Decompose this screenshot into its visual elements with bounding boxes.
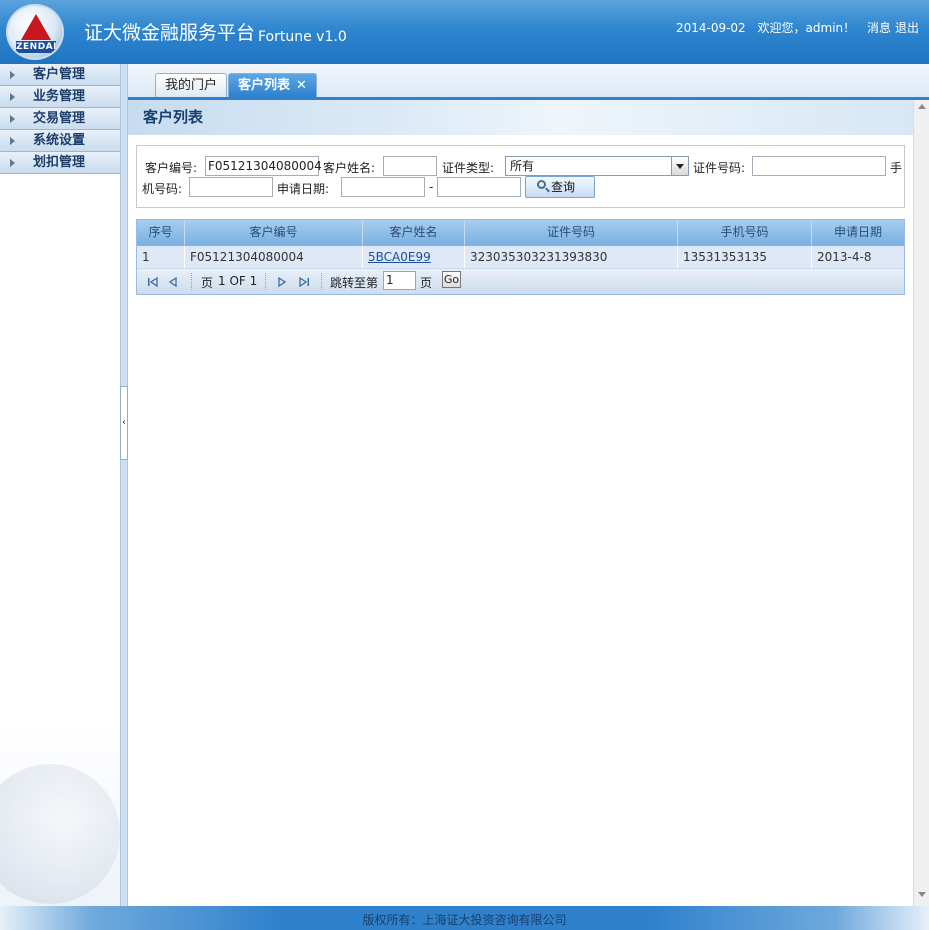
query-button-label: 查询 <box>551 180 576 194</box>
header-user-area: 2014-09-02 欢迎您，admin！ 消息 退出 <box>668 19 919 36</box>
id-no-label: 证件号码: <box>693 161 746 175</box>
customer-name-link[interactable]: 5BCA0E99 <box>368 250 431 264</box>
cell-apply-date: 2013-4-8 <box>817 250 872 264</box>
table-row[interactable]: 1 F05121304080004 5BCA0E99 3230353032313… <box>137 246 904 269</box>
cell-customer-no: F05121304080004 <box>185 246 363 268</box>
sidebar-item-label: 交易管理 <box>33 111 86 126</box>
tab-customer-list[interactable]: 客户列表 ✕ <box>228 73 317 97</box>
cell-index: 1 <box>137 246 185 268</box>
id-type-label: 证件类型: <box>442 161 495 175</box>
last-page-icon[interactable] <box>297 275 311 289</box>
copyright-text: 版权所有：上海证大投资咨询有限公司 <box>362 913 567 927</box>
sidebar: 客户管理 业务管理 交易管理 系统设置 划扣管理 <box>0 64 121 906</box>
column-header-index[interactable]: 序号 <box>137 220 185 245</box>
expand-arrow-icon <box>10 137 15 145</box>
tab-my-portal[interactable]: 我的门户 <box>155 73 228 97</box>
previous-page-icon[interactable] <box>166 275 180 289</box>
pager-separator <box>191 273 192 290</box>
phone-input[interactable] <box>189 177 273 197</box>
sidebar-item-deduction-management[interactable]: 划扣管理 <box>0 152 120 174</box>
welcome-text: 欢迎您，admin！ <box>757 21 856 35</box>
app-title: 证大微金融服务平台 <box>84 22 256 44</box>
apply-date-from-input[interactable] <box>341 177 425 197</box>
cell-phone: 13531353135 <box>678 246 812 268</box>
phone-label-start: 手 <box>890 161 903 175</box>
pager-separator <box>265 273 266 290</box>
column-header-apply-date[interactable]: 申请日期 <box>812 220 904 245</box>
cell-customer-name: 5BCA0E99 <box>363 246 465 268</box>
globe-decoration-icon <box>0 764 120 904</box>
table-header: 序号 客户编号 客户姓名 证件号码 手机号码 申请日期 <box>137 220 904 246</box>
column-header-customer-name[interactable]: 客户姓名 <box>363 220 465 245</box>
collapse-sidebar-handle[interactable]: ‹ <box>120 386 128 460</box>
tab-label: 我的门户 <box>165 78 218 93</box>
sidebar-item-label: 划扣管理 <box>33 155 86 170</box>
sidebar-item-transaction-management[interactable]: 交易管理 <box>0 108 120 130</box>
sidebar-item-label: 业务管理 <box>33 89 86 104</box>
next-page-icon[interactable] <box>275 275 289 289</box>
close-tab-icon[interactable]: ✕ <box>296 78 307 93</box>
column-header-phone[interactable]: 手机号码 <box>678 220 812 245</box>
jump-to-label: 跳转至第 <box>330 276 379 290</box>
sidebar-item-system-settings[interactable]: 系统设置 <box>0 130 120 152</box>
pager-page-label: 页 <box>201 276 214 290</box>
apply-date-to-input[interactable] <box>437 177 521 197</box>
current-date: 2014-09-02 <box>675 21 746 35</box>
main-content: 客户列表 客户编号: F05121304080004 客户姓名: 证件类型: 所… <box>128 100 913 906</box>
customer-table: 序号 客户编号 客户姓名 证件号码 手机号码 申请日期 1 F051213040… <box>136 219 905 295</box>
expand-arrow-icon <box>10 115 15 123</box>
date-range-separator: - <box>429 180 434 194</box>
column-header-id-no[interactable]: 证件号码 <box>465 220 678 245</box>
sidebar-item-business-management[interactable]: 业务管理 <box>0 86 120 108</box>
search-form: 客户编号: F05121304080004 客户姓名: 证件类型: 所有 证件号… <box>136 145 905 208</box>
phone-label: 机号码: <box>142 182 183 196</box>
scroll-down-icon[interactable] <box>918 892 926 897</box>
pager-page-info: 1 OF 1 <box>218 274 258 288</box>
jump-page-input[interactable]: 1 <box>383 271 416 290</box>
tab-label: 客户列表 <box>238 78 291 93</box>
customer-name-input[interactable] <box>383 156 437 176</box>
pagination-bar: 页 1 OF 1 跳转至第 1 页 Go <box>137 269 904 294</box>
app-version: Fortune v1.0 <box>258 29 347 45</box>
customer-name-label: 客户姓名: <box>323 161 376 175</box>
page-title: 客户列表 <box>128 100 913 135</box>
sidebar-splitter[interactable] <box>120 64 128 906</box>
logo-text: ZENDAI <box>16 41 57 53</box>
footer: 版权所有：上海证大投资咨询有限公司 <box>0 906 929 930</box>
id-type-selected-value: 所有 <box>510 159 535 173</box>
logo-triangle-icon <box>21 14 51 40</box>
query-button[interactable]: 查询 <box>525 176 595 198</box>
expand-arrow-icon <box>10 93 15 101</box>
scroll-up-icon[interactable] <box>918 104 926 109</box>
tab-bar: 我的门户 客户列表 ✕ <box>128 64 929 100</box>
sidebar-item-customer-management[interactable]: 客户管理 <box>0 64 120 86</box>
apply-date-label: 申请日期: <box>277 182 330 196</box>
cell-id-no: 323035303231393830 <box>465 246 678 268</box>
id-type-select[interactable]: 所有 <box>505 156 689 176</box>
customer-no-label: 客户编号: <box>145 161 198 175</box>
vertical-scrollbar[interactable] <box>913 100 929 906</box>
pager-separator <box>321 273 322 290</box>
expand-arrow-icon <box>10 71 15 79</box>
column-header-customer-no[interactable]: 客户编号 <box>185 220 363 245</box>
sidebar-item-label: 客户管理 <box>33 67 86 82</box>
expand-arrow-icon <box>10 159 15 167</box>
chevron-down-icon[interactable] <box>671 157 688 175</box>
logout-link[interactable]: 退出 <box>895 21 919 35</box>
id-no-input[interactable] <box>752 156 886 176</box>
sidebar-item-label: 系统设置 <box>33 133 86 148</box>
page-suffix-label: 页 <box>420 276 433 290</box>
zendai-logo: ZENDAI <box>6 4 64 60</box>
messages-link[interactable]: 消息 <box>867 21 891 35</box>
customer-no-input[interactable]: F05121304080004 <box>205 156 322 176</box>
first-page-icon[interactable] <box>146 275 160 289</box>
go-button[interactable]: Go <box>442 271 461 288</box>
app-header: ZENDAI 证大微金融服务平台 Fortune v1.0 2014-09-02… <box>0 0 929 64</box>
